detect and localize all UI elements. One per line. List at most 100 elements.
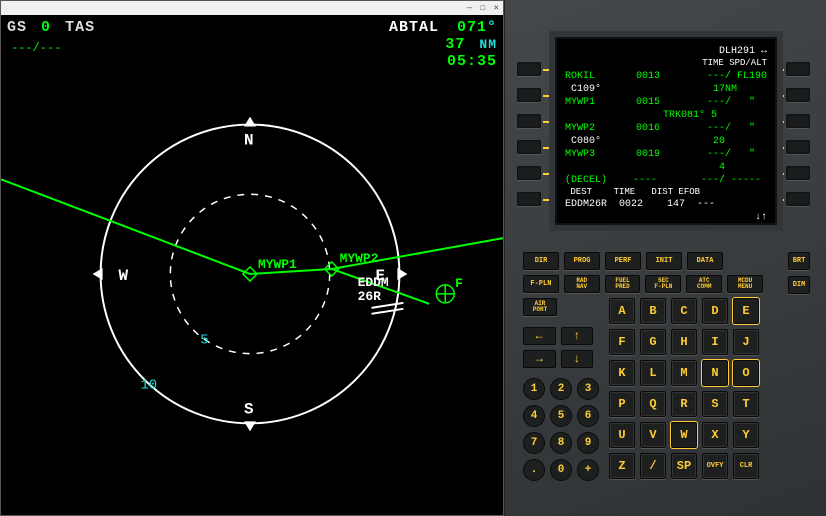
key-n[interactable]: N (702, 360, 728, 386)
numkey-2[interactable]: 2 (550, 378, 572, 400)
key-x[interactable]: X (702, 422, 728, 448)
dir-key[interactable]: DIR (523, 252, 559, 270)
perf-key[interactable]: PERF (605, 252, 641, 270)
numkey-7[interactable]: 7 (523, 432, 545, 454)
lsk-l5[interactable] (517, 166, 541, 180)
compass-n: N (244, 131, 254, 149)
lsk-l3[interactable] (517, 114, 541, 128)
mcdu-panel: DLH291 ↔ TIME SPD/ALT ROKIL 0013 ---/ FL… (504, 0, 826, 516)
key-clr[interactable]: CLR (733, 453, 759, 479)
key-p[interactable]: P (609, 391, 635, 417)
tri-e (397, 268, 407, 280)
key-k[interactable]: K (609, 360, 635, 386)
mcdu-screen: DLH291 ↔ TIME SPD/ALT ROKIL 0013 ---/ FL… (555, 37, 777, 225)
rwy-line-2 (372, 309, 404, 314)
arrow-up-key[interactable]: ↑ (561, 327, 594, 345)
lsk-l1[interactable] (517, 62, 541, 76)
key-w[interactable]: W (671, 422, 697, 448)
arrow-left-key[interactable]: ← (523, 327, 556, 345)
wpt2-label: MYWP2 (340, 251, 379, 266)
key-t[interactable]: T (733, 391, 759, 417)
numkey-1[interactable]: 1 (523, 378, 545, 400)
brightness-column: BRT DIM (788, 252, 810, 294)
key-b[interactable]: B (640, 298, 666, 324)
key-q[interactable]: Q (640, 391, 666, 417)
fn-row-1: DIR PROG PERF INIT DATA (523, 252, 723, 270)
numkey-4[interactable]: 4 (523, 405, 545, 427)
brt-key[interactable]: BRT (788, 252, 810, 270)
fn-row-3: AIRPORT (523, 298, 557, 316)
key-f[interactable]: F (609, 329, 635, 355)
compass-s: S (244, 400, 254, 418)
lsk-r2[interactable] (786, 88, 810, 102)
fuel-pred-key[interactable]: FUELPRED (605, 275, 641, 293)
rad-nav-key[interactable]: RADNAV (564, 275, 600, 293)
numkey-9[interactable]: 9 (577, 432, 599, 454)
air-port-key[interactable]: AIRPORT (523, 298, 557, 316)
lsk-r1[interactable] (786, 62, 810, 76)
airport-line1: EDDM (358, 275, 389, 290)
wpt1-label: MYWP1 (258, 257, 297, 272)
range-outer: 10 (140, 378, 157, 394)
lsk-r5[interactable] (786, 166, 810, 180)
key-ovfy[interactable]: OVFY (702, 453, 728, 479)
lsk-l6[interactable] (517, 192, 541, 206)
numkey-+[interactable]: + (577, 459, 599, 481)
mcdu-row: MYWP3 0019 ---/ " (565, 148, 767, 161)
key-m[interactable]: M (671, 360, 697, 386)
data-key[interactable]: DATA (687, 252, 723, 270)
sec-f-pln-key[interactable]: SECF-PLN (645, 275, 681, 293)
key-e[interactable]: E (733, 298, 759, 324)
key-u[interactable]: U (609, 422, 635, 448)
lsk-r4[interactable] (786, 140, 810, 154)
atc-comm-key[interactable]: ATCCOMM (686, 275, 722, 293)
dim-key[interactable]: DIM (788, 276, 810, 294)
key-sym[interactable]: / (640, 453, 666, 479)
lsk-r3[interactable] (786, 114, 810, 128)
init-key[interactable]: INIT (646, 252, 682, 270)
minimize-button[interactable]: — (467, 3, 472, 13)
f-label: F (455, 276, 463, 291)
maximize-button[interactable]: ☐ (480, 3, 485, 13)
lsk-l4[interactable] (517, 140, 541, 154)
key-y[interactable]: Y (733, 422, 759, 448)
mcdu-row: MYWP1 0015 ---/ " (565, 96, 767, 109)
key-o[interactable]: O (733, 360, 759, 386)
numkey-.[interactable]: . (523, 459, 545, 481)
key-h[interactable]: H (671, 329, 697, 355)
key-l[interactable]: L (640, 360, 666, 386)
key-j[interactable]: J (733, 329, 759, 355)
key-c[interactable]: C (671, 298, 697, 324)
tri-n (244, 117, 256, 127)
lsk-l2[interactable] (517, 88, 541, 102)
route-line (1, 179, 503, 274)
mcdu-rows: ROKIL 0013 ---/ FL190 C109° 17NM MYWP1 0… (565, 70, 767, 187)
f-pln-key[interactable]: F-PLN (523, 275, 559, 293)
prog-key[interactable]: PROG (564, 252, 600, 270)
numkey-3[interactable]: 3 (577, 378, 599, 400)
lsk-left-column (517, 62, 545, 206)
arrow-right-key[interactable]: → (523, 350, 556, 368)
key-a[interactable]: A (609, 298, 635, 324)
mcdu-row: MYWP2 0016 ---/ " (565, 122, 767, 135)
nd-content: GS 0 TAS ABTAL 071° 37 NM 05:35 ---/--- (1, 15, 503, 515)
numkey-6[interactable]: 6 (577, 405, 599, 427)
key-d[interactable]: D (702, 298, 728, 324)
mcdu-title: DLH291 ↔ (719, 45, 767, 58)
key-r[interactable]: R (671, 391, 697, 417)
key-i[interactable]: I (702, 329, 728, 355)
fn-row-2: F-PLN RADNAV FUELPREDSECF-PLN ATCCOMM MCDUME… (523, 275, 763, 293)
key-z[interactable]: Z (609, 453, 635, 479)
numkey-8[interactable]: 8 (550, 432, 572, 454)
key-v[interactable]: V (640, 422, 666, 448)
key-s[interactable]: S (702, 391, 728, 417)
arrow-down-key[interactable]: ↓ (561, 350, 594, 368)
key-sp[interactable]: SP (671, 453, 697, 479)
mcdu-menu-key[interactable]: MCDUMENU (727, 275, 763, 293)
close-button[interactable]: ✕ (494, 3, 499, 13)
numkey-5[interactable]: 5 (550, 405, 572, 427)
key-g[interactable]: G (640, 329, 666, 355)
mcdu-hdr: TIME SPD/ALT (702, 58, 767, 70)
lsk-r6[interactable] (786, 192, 810, 206)
numkey-0[interactable]: 0 (550, 459, 572, 481)
